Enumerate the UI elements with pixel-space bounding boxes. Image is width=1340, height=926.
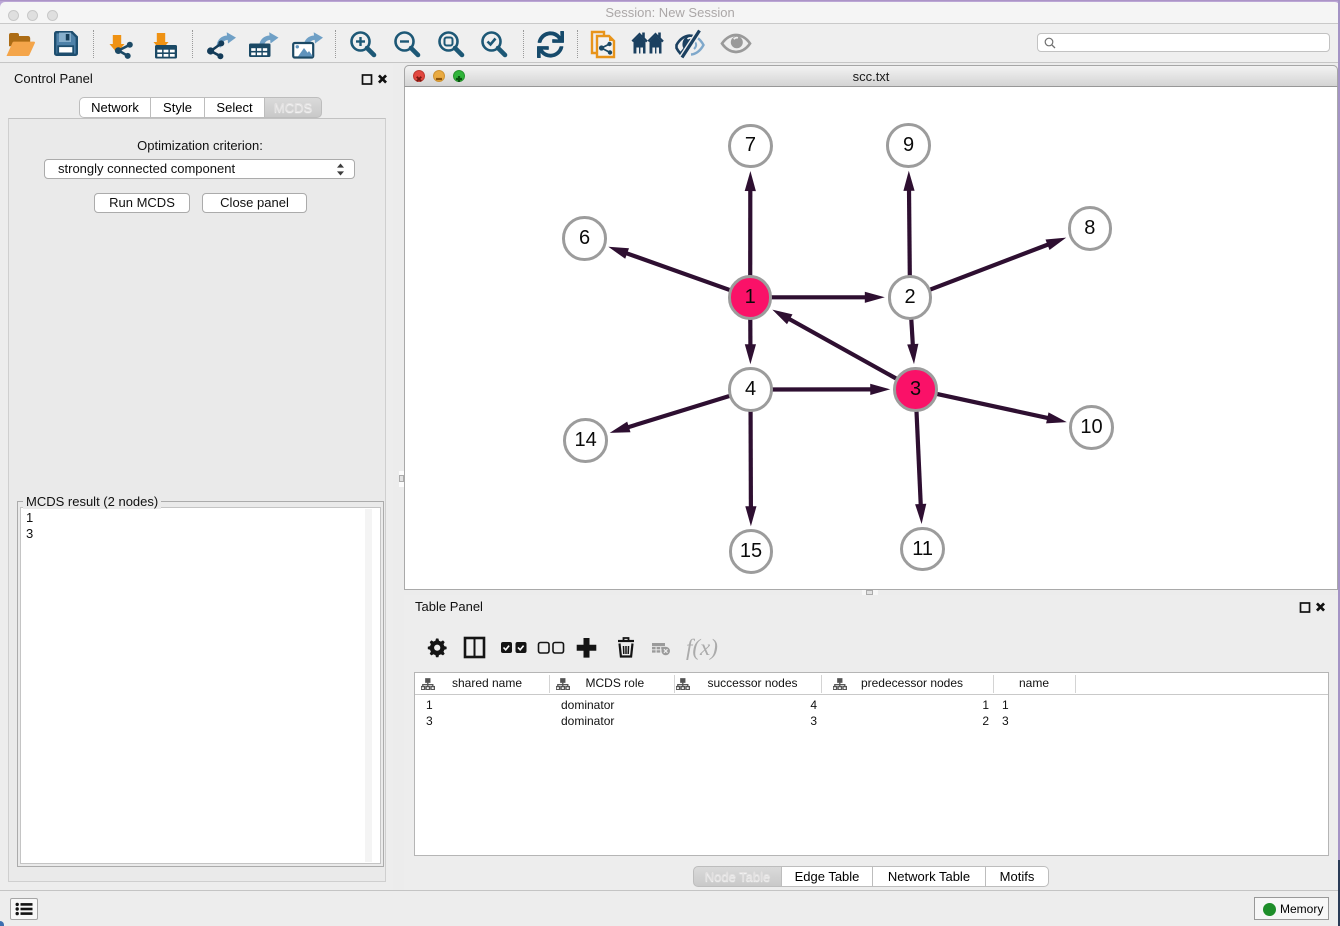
- svg-text:f(x): f(x): [686, 635, 718, 660]
